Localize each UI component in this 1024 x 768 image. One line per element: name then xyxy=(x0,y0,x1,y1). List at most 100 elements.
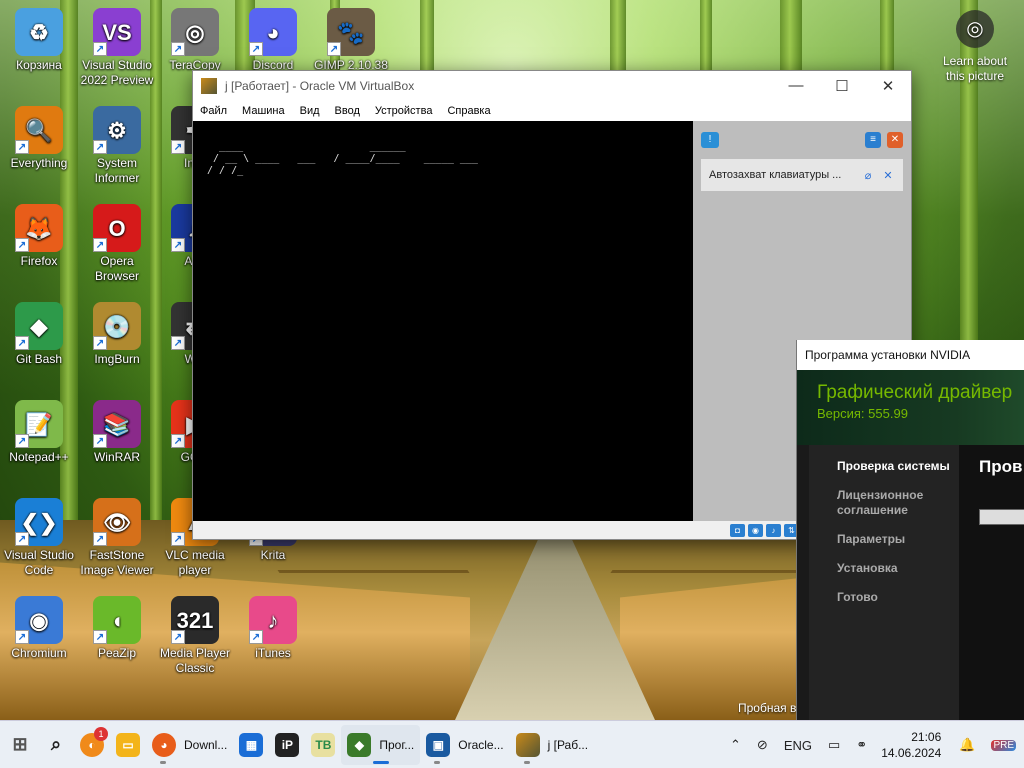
opera-icon: O ↗ xyxy=(93,204,141,252)
desktop-icon-label: Everything xyxy=(10,156,68,170)
shortcut-arrow-icon: ↗ xyxy=(171,238,185,252)
desktop-icon-firefox[interactable]: 🦊 ↗ Firefox xyxy=(0,204,79,269)
clock[interactable]: 21:06 14.06.2024 xyxy=(881,729,941,761)
close-notifications-icon[interactable]: ✕ xyxy=(887,132,903,148)
taskbar-store[interactable]: ▦ xyxy=(233,725,269,765)
clock-date: 14.06.2024 xyxy=(881,746,942,760)
desktop-icon-visual-studio[interactable]: VS ↗ Visual Studio 2022 Preview xyxy=(77,8,157,88)
desktop-icon-system-informer[interactable]: ⚙ ↗ System Informer xyxy=(77,106,157,186)
desktop-icon-recycle-bin[interactable]: ♻ Корзина xyxy=(0,8,79,73)
vm-display[interactable]: ____ ______ / __ \ ____ ___ / ____/____ … xyxy=(193,121,693,521)
menu-file[interactable]: Файл xyxy=(200,105,227,117)
vbox-titlebar[interactable]: j [Работает] - Oracle VM VirtualBox — ☐ … xyxy=(193,71,911,101)
desktop-icon-everything-search[interactable]: 🔍 ↗ Everything xyxy=(0,106,79,171)
clock-time: 21:06 xyxy=(911,730,942,744)
hidden-network-icon[interactable]: ⊘ xyxy=(757,737,768,753)
menu-devices[interactable]: Устройства xyxy=(375,105,433,117)
search-button[interactable]: ⌕ xyxy=(38,725,74,765)
desktop-icon-chromium[interactable]: ◉ ↗ Chromium xyxy=(0,596,79,661)
shortcut-arrow-icon: ↗ xyxy=(15,140,29,154)
desktop-icon-teracopy[interactable]: ◎ ↗ TeraCopy xyxy=(155,8,235,73)
menu-input[interactable]: Ввод xyxy=(335,105,360,117)
notice-close-icon[interactable]: ✕ xyxy=(881,169,895,182)
taskbar-label: Downl... xyxy=(184,737,228,752)
taskbar-nvidia[interactable]: ◆ Прог... xyxy=(341,724,421,765)
desktop-icon-opera[interactable]: O ↗ Opera Browser xyxy=(77,204,157,284)
shortcut-arrow-icon: ↗ xyxy=(171,140,185,154)
audio-icon[interactable]: ♪ xyxy=(766,523,781,537)
itunes-icon: ♪ ↗ xyxy=(249,596,297,644)
desktop-icon-gimp[interactable]: 🐾 ↗ GIMP 2.10.38 xyxy=(311,8,391,73)
imgburn-icon: 💿 ↗ xyxy=(93,302,141,350)
start-button[interactable]: ⊞ xyxy=(2,725,38,765)
keyboard-capture-notice: Автозахват клавиатуры ... ⌀ ✕ xyxy=(701,159,903,191)
desktop-icon-peazip[interactable]: ◖ ↗ PeaZip xyxy=(77,596,157,661)
minimize-icon[interactable]: — xyxy=(773,77,819,95)
notepad-plus-plus-icon: 📝 ↗ xyxy=(15,400,63,448)
desktop-icon-label: Media Player Classic xyxy=(159,646,231,675)
vm-console-text: ____ ______ / __ \ ____ ___ / ____/____ … xyxy=(207,141,478,176)
copilot-icon[interactable]: PRE xyxy=(991,739,1016,751)
do-not-show-icon[interactable]: ⌀ xyxy=(861,169,875,182)
menu-machine[interactable]: Машина xyxy=(242,105,285,117)
optical-drive-icon[interactable]: ◉ xyxy=(748,523,763,537)
taskbar-tb-app[interactable]: TB xyxy=(305,725,341,765)
display-tray-icon[interactable]: ▭ xyxy=(828,737,840,753)
taskbar-firefox-notify[interactable]: ◐ 1 xyxy=(74,725,110,765)
visual-studio-icon: VS ↗ xyxy=(93,8,141,56)
desktop-icon-vscode[interactable]: ❮❯ ↗ Visual Studio Code xyxy=(0,498,79,578)
step-license: Лицензионное соглашение xyxy=(837,488,924,517)
teracopy-icon: ◎ ↗ xyxy=(171,8,219,56)
network-tray-icon[interactable]: ⚭ xyxy=(856,737,867,753)
info-icon[interactable]: ! xyxy=(701,132,719,148)
recycle-bin-icon: ♻ xyxy=(15,8,63,56)
desktop-icon-git-bash[interactable]: ◆ ↗ Git Bash xyxy=(0,302,79,367)
notification-badge: 1 xyxy=(94,726,108,741)
hard-disk-icon[interactable]: ◘ xyxy=(730,523,745,537)
taskbar-file-explorer[interactable]: ▭ xyxy=(110,725,146,765)
shortcut-arrow-icon: ↗ xyxy=(15,532,29,546)
chevron-up-icon[interactable]: ⌃ xyxy=(730,737,741,753)
step-system-check: Проверка системы xyxy=(837,459,950,473)
start-windows-icon: ⊞ xyxy=(12,734,28,754)
chromium-icon: ◉ ↗ xyxy=(15,596,63,644)
taskbar-vm-window[interactable]: j [Раб... xyxy=(510,725,595,765)
maximize-icon[interactable]: ☐ xyxy=(819,77,865,95)
desktop-icon-imgburn[interactable]: 💿 ↗ ImgBurn xyxy=(77,302,157,367)
taskbar-firefox[interactable]: ◕ Downl... xyxy=(146,725,233,765)
desktop-icon-discord[interactable]: ◕ ↗ Discord xyxy=(233,8,313,73)
close-icon[interactable]: ✕ xyxy=(865,77,911,95)
shortcut-arrow-icon: ↗ xyxy=(15,238,29,252)
taskbar-label: Прог... xyxy=(379,737,415,752)
desktop-icon-itunes[interactable]: ♪ ↗ iTunes xyxy=(233,596,313,661)
menu-view[interactable]: Вид xyxy=(300,105,320,117)
notifications-bell-icon[interactable]: 🔔 xyxy=(959,737,975,753)
taskbar-label: Oracle... xyxy=(458,737,504,752)
shortcut-arrow-icon: ↗ xyxy=(171,42,185,56)
microsoft-store-icon: ▦ xyxy=(239,732,264,757)
desktop-icon-label: Krita xyxy=(260,548,286,562)
desktop-icon-label: Git Bash xyxy=(15,352,63,366)
notification-center-icon[interactable]: ≡ xyxy=(865,132,881,148)
camera-icon: ◎ xyxy=(956,10,994,48)
winrar-icon: 📚 ↗ xyxy=(93,400,141,448)
shortcut-arrow-icon: ↗ xyxy=(15,630,29,644)
desktop-icon-faststone[interactable]: 👁 ↗ FastStone Image Viewer xyxy=(77,498,157,578)
nvidia-heading: Графический драйвер xyxy=(817,382,1013,403)
desktop-icon-notepad-plus-plus[interactable]: 📝 ↗ Notepad++ xyxy=(0,400,79,465)
learn-about-label: Learn about this picture xyxy=(942,54,1008,83)
desktop-icon-label: Chromium xyxy=(11,646,67,660)
nvidia-installer-window[interactable]: Программа установки NVIDIA Графический д… xyxy=(796,340,1024,720)
trial-watermark: Пробная в xyxy=(738,701,796,715)
desktop-icon-winrar[interactable]: 📚 ↗ WinRAR xyxy=(77,400,157,465)
iobit-icon: iP xyxy=(275,732,300,757)
tb-app-icon: TB xyxy=(311,732,336,757)
language-indicator[interactable]: ENG xyxy=(784,738,812,753)
vm-window-icon xyxy=(201,78,217,94)
shortcut-arrow-icon: ↗ xyxy=(171,336,185,350)
menu-help[interactable]: Справка xyxy=(447,105,490,117)
learn-about-picture[interactable]: ◎ Learn about this picture xyxy=(935,10,1015,84)
taskbar-virtualbox[interactable]: ▣ Oracle... xyxy=(420,725,509,765)
taskbar-iobit[interactable]: iP xyxy=(269,725,305,765)
desktop-icon-mpc[interactable]: 321 ↗ Media Player Classic xyxy=(155,596,235,676)
